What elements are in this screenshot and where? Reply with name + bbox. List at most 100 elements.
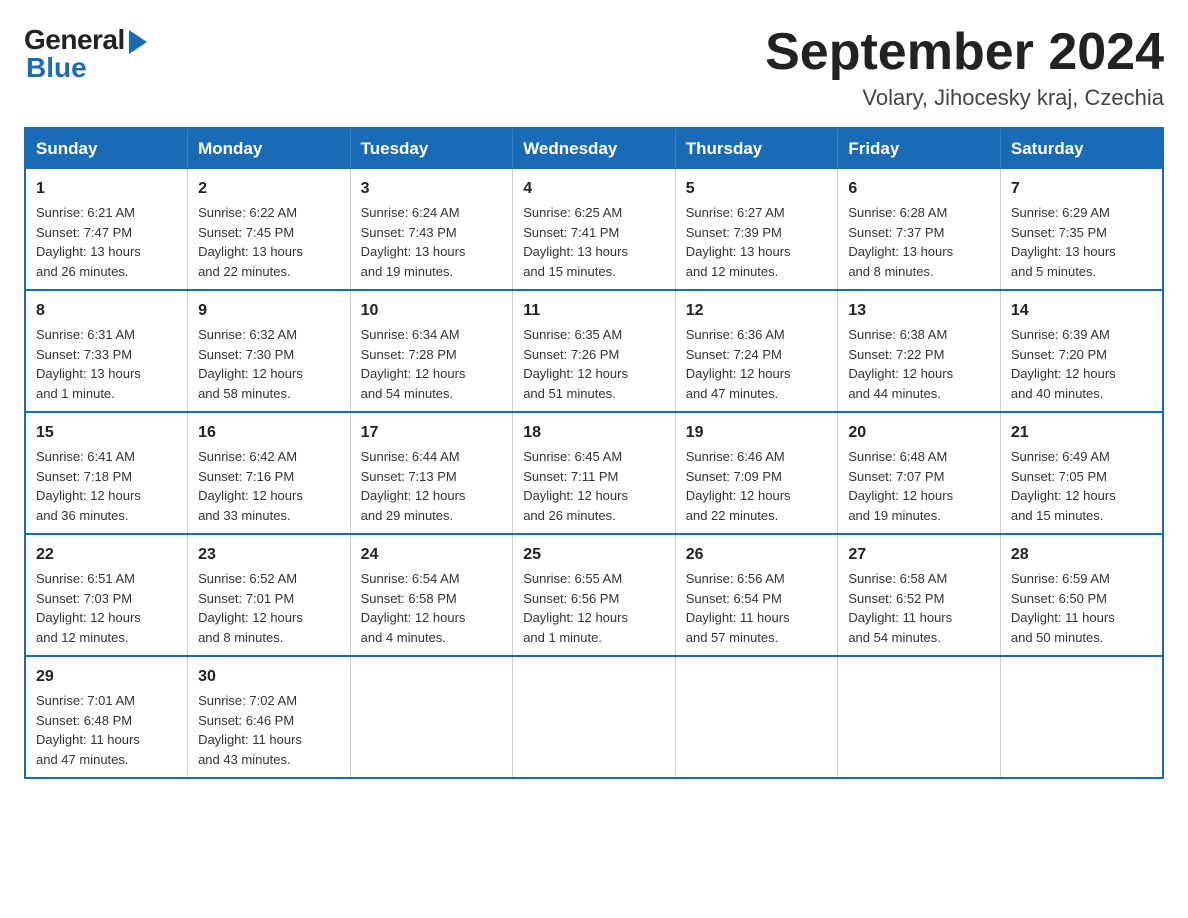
calendar-day-cell [1000, 656, 1163, 778]
day-info: Sunrise: 6:27 AM Sunset: 7:39 PM Dayligh… [686, 203, 828, 281]
calendar-day-cell: 24Sunrise: 6:54 AM Sunset: 6:58 PM Dayli… [350, 534, 513, 656]
day-info: Sunrise: 7:02 AM Sunset: 6:46 PM Dayligh… [198, 691, 340, 769]
calendar-day-cell: 4Sunrise: 6:25 AM Sunset: 7:41 PM Daylig… [513, 169, 676, 290]
calendar-day-cell: 29Sunrise: 7:01 AM Sunset: 6:48 PM Dayli… [25, 656, 188, 778]
page-title: September 2024 [765, 24, 1164, 81]
day-info: Sunrise: 6:32 AM Sunset: 7:30 PM Dayligh… [198, 325, 340, 403]
calendar-header-monday: Monday [188, 128, 351, 169]
day-number: 24 [361, 543, 503, 567]
day-number: 27 [848, 543, 990, 567]
subtitle: Volary, Jihocesky kraj, Czechia [765, 85, 1164, 111]
day-info: Sunrise: 6:21 AM Sunset: 7:47 PM Dayligh… [36, 203, 177, 281]
calendar-day-cell: 1Sunrise: 6:21 AM Sunset: 7:47 PM Daylig… [25, 169, 188, 290]
day-number: 6 [848, 177, 990, 201]
day-number: 23 [198, 543, 340, 567]
day-number: 21 [1011, 421, 1152, 445]
day-number: 9 [198, 299, 340, 323]
calendar-header-wednesday: Wednesday [513, 128, 676, 169]
day-info: Sunrise: 6:55 AM Sunset: 6:56 PM Dayligh… [523, 569, 665, 647]
calendar-day-cell: 9Sunrise: 6:32 AM Sunset: 7:30 PM Daylig… [188, 290, 351, 412]
calendar-day-cell: 12Sunrise: 6:36 AM Sunset: 7:24 PM Dayli… [675, 290, 838, 412]
day-number: 25 [523, 543, 665, 567]
day-info: Sunrise: 6:59 AM Sunset: 6:50 PM Dayligh… [1011, 569, 1152, 647]
day-info: Sunrise: 6:45 AM Sunset: 7:11 PM Dayligh… [523, 447, 665, 525]
calendar-day-cell: 27Sunrise: 6:58 AM Sunset: 6:52 PM Dayli… [838, 534, 1001, 656]
day-number: 20 [848, 421, 990, 445]
day-number: 3 [361, 177, 503, 201]
day-info: Sunrise: 7:01 AM Sunset: 6:48 PM Dayligh… [36, 691, 177, 769]
calendar-day-cell: 10Sunrise: 6:34 AM Sunset: 7:28 PM Dayli… [350, 290, 513, 412]
day-info: Sunrise: 6:28 AM Sunset: 7:37 PM Dayligh… [848, 203, 990, 281]
day-number: 28 [1011, 543, 1152, 567]
logo-blue-text: Blue [26, 52, 87, 84]
calendar-day-cell: 20Sunrise: 6:48 AM Sunset: 7:07 PM Dayli… [838, 412, 1001, 534]
calendar-table: SundayMondayTuesdayWednesdayThursdayFrid… [24, 127, 1164, 779]
day-info: Sunrise: 6:38 AM Sunset: 7:22 PM Dayligh… [848, 325, 990, 403]
calendar-header-friday: Friday [838, 128, 1001, 169]
calendar-day-cell: 15Sunrise: 6:41 AM Sunset: 7:18 PM Dayli… [25, 412, 188, 534]
day-info: Sunrise: 6:52 AM Sunset: 7:01 PM Dayligh… [198, 569, 340, 647]
calendar-day-cell [350, 656, 513, 778]
calendar-day-cell: 11Sunrise: 6:35 AM Sunset: 7:26 PM Dayli… [513, 290, 676, 412]
calendar-header-saturday: Saturday [1000, 128, 1163, 169]
calendar-day-cell: 8Sunrise: 6:31 AM Sunset: 7:33 PM Daylig… [25, 290, 188, 412]
day-info: Sunrise: 6:31 AM Sunset: 7:33 PM Dayligh… [36, 325, 177, 403]
day-number: 19 [686, 421, 828, 445]
calendar-week-row: 22Sunrise: 6:51 AM Sunset: 7:03 PM Dayli… [25, 534, 1163, 656]
day-info: Sunrise: 6:54 AM Sunset: 6:58 PM Dayligh… [361, 569, 503, 647]
calendar-week-row: 29Sunrise: 7:01 AM Sunset: 6:48 PM Dayli… [25, 656, 1163, 778]
calendar-day-cell: 5Sunrise: 6:27 AM Sunset: 7:39 PM Daylig… [675, 169, 838, 290]
calendar-day-cell: 30Sunrise: 7:02 AM Sunset: 6:46 PM Dayli… [188, 656, 351, 778]
day-info: Sunrise: 6:49 AM Sunset: 7:05 PM Dayligh… [1011, 447, 1152, 525]
day-number: 5 [686, 177, 828, 201]
calendar-week-row: 1Sunrise: 6:21 AM Sunset: 7:47 PM Daylig… [25, 169, 1163, 290]
calendar-day-cell: 16Sunrise: 6:42 AM Sunset: 7:16 PM Dayli… [188, 412, 351, 534]
day-number: 2 [198, 177, 340, 201]
page-header: General Blue September 2024 Volary, Jiho… [24, 24, 1164, 111]
day-info: Sunrise: 6:35 AM Sunset: 7:26 PM Dayligh… [523, 325, 665, 403]
day-number: 26 [686, 543, 828, 567]
calendar-day-cell: 26Sunrise: 6:56 AM Sunset: 6:54 PM Dayli… [675, 534, 838, 656]
calendar-header-thursday: Thursday [675, 128, 838, 169]
calendar-day-cell: 23Sunrise: 6:52 AM Sunset: 7:01 PM Dayli… [188, 534, 351, 656]
day-number: 29 [36, 665, 177, 689]
day-number: 22 [36, 543, 177, 567]
calendar-day-cell [675, 656, 838, 778]
day-info: Sunrise: 6:39 AM Sunset: 7:20 PM Dayligh… [1011, 325, 1152, 403]
day-info: Sunrise: 6:34 AM Sunset: 7:28 PM Dayligh… [361, 325, 503, 403]
day-info: Sunrise: 6:25 AM Sunset: 7:41 PM Dayligh… [523, 203, 665, 281]
calendar-week-row: 15Sunrise: 6:41 AM Sunset: 7:18 PM Dayli… [25, 412, 1163, 534]
day-info: Sunrise: 6:56 AM Sunset: 6:54 PM Dayligh… [686, 569, 828, 647]
day-number: 7 [1011, 177, 1152, 201]
day-number: 14 [1011, 299, 1152, 323]
calendar-day-cell: 21Sunrise: 6:49 AM Sunset: 7:05 PM Dayli… [1000, 412, 1163, 534]
calendar-day-cell: 7Sunrise: 6:29 AM Sunset: 7:35 PM Daylig… [1000, 169, 1163, 290]
day-number: 16 [198, 421, 340, 445]
calendar-day-cell: 3Sunrise: 6:24 AM Sunset: 7:43 PM Daylig… [350, 169, 513, 290]
calendar-day-cell: 2Sunrise: 6:22 AM Sunset: 7:45 PM Daylig… [188, 169, 351, 290]
day-info: Sunrise: 6:24 AM Sunset: 7:43 PM Dayligh… [361, 203, 503, 281]
calendar-header-tuesday: Tuesday [350, 128, 513, 169]
title-block: September 2024 Volary, Jihocesky kraj, C… [765, 24, 1164, 111]
day-info: Sunrise: 6:22 AM Sunset: 7:45 PM Dayligh… [198, 203, 340, 281]
day-number: 11 [523, 299, 665, 323]
day-info: Sunrise: 6:29 AM Sunset: 7:35 PM Dayligh… [1011, 203, 1152, 281]
calendar-day-cell: 6Sunrise: 6:28 AM Sunset: 7:37 PM Daylig… [838, 169, 1001, 290]
calendar-header-row: SundayMondayTuesdayWednesdayThursdayFrid… [25, 128, 1163, 169]
day-number: 17 [361, 421, 503, 445]
calendar-day-cell: 28Sunrise: 6:59 AM Sunset: 6:50 PM Dayli… [1000, 534, 1163, 656]
day-info: Sunrise: 6:36 AM Sunset: 7:24 PM Dayligh… [686, 325, 828, 403]
day-info: Sunrise: 6:48 AM Sunset: 7:07 PM Dayligh… [848, 447, 990, 525]
day-number: 4 [523, 177, 665, 201]
logo: General Blue [24, 24, 147, 84]
calendar-day-cell: 14Sunrise: 6:39 AM Sunset: 7:20 PM Dayli… [1000, 290, 1163, 412]
day-number: 12 [686, 299, 828, 323]
day-number: 1 [36, 177, 177, 201]
day-number: 15 [36, 421, 177, 445]
calendar-day-cell: 13Sunrise: 6:38 AM Sunset: 7:22 PM Dayli… [838, 290, 1001, 412]
day-info: Sunrise: 6:51 AM Sunset: 7:03 PM Dayligh… [36, 569, 177, 647]
calendar-week-row: 8Sunrise: 6:31 AM Sunset: 7:33 PM Daylig… [25, 290, 1163, 412]
calendar-day-cell [838, 656, 1001, 778]
day-info: Sunrise: 6:41 AM Sunset: 7:18 PM Dayligh… [36, 447, 177, 525]
calendar-day-cell: 22Sunrise: 6:51 AM Sunset: 7:03 PM Dayli… [25, 534, 188, 656]
